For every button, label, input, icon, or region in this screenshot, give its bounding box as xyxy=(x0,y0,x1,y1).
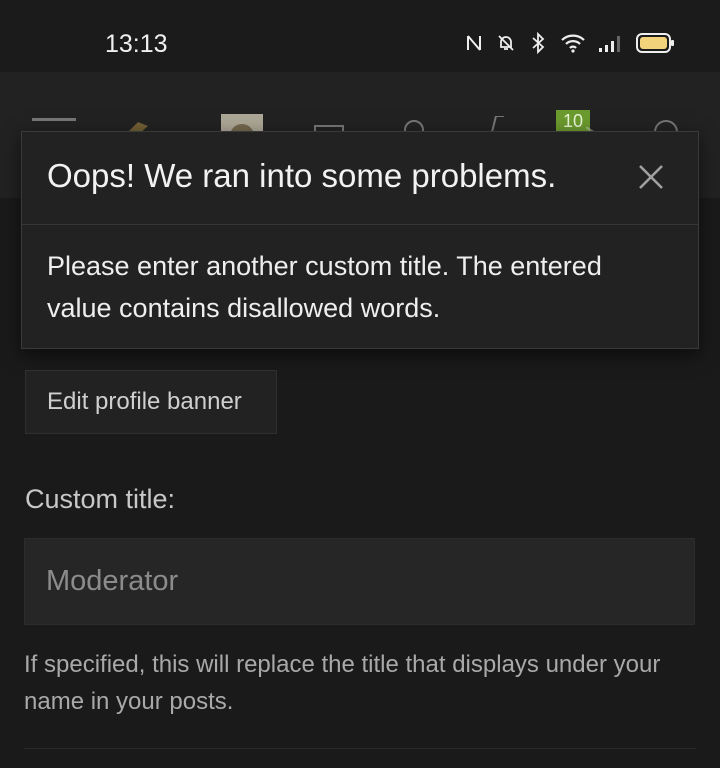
divider xyxy=(24,748,696,749)
wifi-icon xyxy=(560,32,586,54)
bluetooth-icon xyxy=(528,32,548,54)
status-bar: 13:13 xyxy=(0,0,720,72)
status-time: 13:13 xyxy=(105,30,168,58)
custom-title-input[interactable] xyxy=(24,538,695,625)
battery-icon xyxy=(636,32,676,54)
close-icon[interactable] xyxy=(636,162,666,192)
custom-title-hint: If specified, this will replace the titl… xyxy=(24,651,661,715)
dialog-header: Oops! We ran into some problems. xyxy=(22,132,698,225)
custom-title-label: Custom title: xyxy=(25,484,176,514)
error-dialog: Oops! We ran into some problems. Please … xyxy=(21,131,699,349)
dialog-message: Please enter another custom title. The e… xyxy=(47,251,602,323)
notification-badge: 10 xyxy=(556,110,590,132)
dialog-title: Oops! We ran into some problems. xyxy=(47,157,557,194)
bell-muted-icon xyxy=(496,32,516,54)
signal-icon xyxy=(598,32,624,54)
nfc-icon xyxy=(464,32,484,54)
system-icons xyxy=(464,32,676,54)
edit-profile-banner-button[interactable]: Edit profile banner xyxy=(25,370,277,434)
